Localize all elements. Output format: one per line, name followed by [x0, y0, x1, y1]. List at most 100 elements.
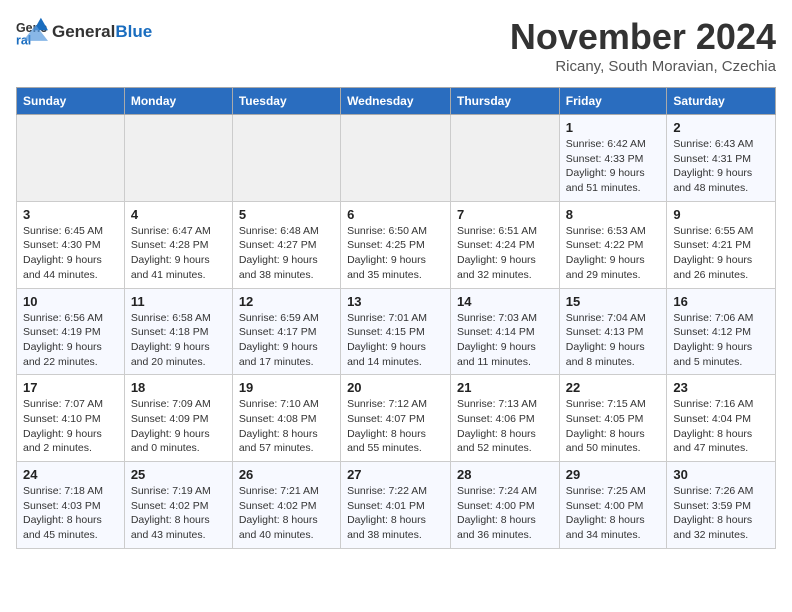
calendar-cell: 25 Sunrise: 7:19 AM Sunset: 4:02 PM Dayli…: [124, 462, 232, 549]
page-header: Gene ral GeneralBlue November 2024 Rican…: [16, 16, 776, 75]
day-info: Sunrise: 7:25 AM Sunset: 4:00 PM Dayligh…: [566, 484, 661, 543]
day-number: 4: [131, 207, 226, 222]
logo-icon: Gene ral: [16, 16, 48, 48]
calendar-cell: 20 Sunrise: 7:12 AM Sunset: 4:07 PM Dayli…: [341, 375, 451, 462]
calendar-cell: 19Sunrise: 7:10 AM Sunset: 4:08 PM Dayli…: [232, 375, 340, 462]
day-info: Sunrise: 7:24 AM Sunset: 4:00 PM Dayligh…: [457, 484, 553, 543]
calendar-body: 1 Sunrise: 6:42 AM Sunset: 4:33 PM Daylig…: [17, 115, 776, 549]
calendar-cell: 14Sunrise: 7:03 AM Sunset: 4:14 PM Dayli…: [451, 288, 560, 375]
day-number: 17: [23, 380, 118, 395]
calendar-cell: [341, 115, 451, 202]
day-info: Sunrise: 7:16 AM Sunset: 4:04 PM Dayligh…: [673, 397, 769, 456]
logo-name: GeneralBlue: [52, 23, 152, 42]
location: Ricany, South Moravian, Czechia: [510, 58, 776, 75]
calendar-table: SundayMondayTuesdayWednesdayThursdayFrid…: [16, 87, 776, 549]
day-info: Sunrise: 7:15 AM Sunset: 4:05 PM Dayligh…: [566, 397, 661, 456]
day-number: 16: [673, 294, 769, 309]
day-number: 25: [131, 467, 226, 482]
day-number: 26: [239, 467, 334, 482]
day-number: 22: [566, 380, 661, 395]
calendar-cell: 18Sunrise: 7:09 AM Sunset: 4:09 PM Dayli…: [124, 375, 232, 462]
day-number: 12: [239, 294, 334, 309]
calendar-cell: 28 Sunrise: 7:24 AM Sunset: 4:00 PM Dayli…: [451, 462, 560, 549]
day-info: Sunrise: 6:59 AM Sunset: 4:17 PM Dayligh…: [239, 311, 334, 370]
day-info: Sunrise: 7:13 AM Sunset: 4:06 PM Dayligh…: [457, 397, 553, 456]
day-number: 19: [239, 380, 334, 395]
weekday-header-thursday: Thursday: [451, 88, 560, 115]
weekday-header-tuesday: Tuesday: [232, 88, 340, 115]
calendar-cell: 1 Sunrise: 6:42 AM Sunset: 4:33 PM Daylig…: [559, 115, 667, 202]
day-number: 5: [239, 207, 334, 222]
day-info: Sunrise: 6:48 AM Sunset: 4:27 PM Dayligh…: [239, 224, 334, 283]
day-number: 20: [347, 380, 444, 395]
week-row-3: 17Sunrise: 7:07 AM Sunset: 4:10 PM Dayli…: [17, 375, 776, 462]
day-number: 14: [457, 294, 553, 309]
weekday-header-row: SundayMondayTuesdayWednesdayThursdayFrid…: [17, 88, 776, 115]
calendar-cell: 12 Sunrise: 6:59 AM Sunset: 4:17 PM Dayli…: [232, 288, 340, 375]
calendar-cell: 3 Sunrise: 6:45 AM Sunset: 4:30 PM Daylig…: [17, 201, 125, 288]
day-number: 11: [131, 294, 226, 309]
weekday-header-friday: Friday: [559, 88, 667, 115]
day-info: Sunrise: 7:19 AM Sunset: 4:02 PM Dayligh…: [131, 484, 226, 543]
calendar-cell: 23Sunrise: 7:16 AM Sunset: 4:04 PM Dayli…: [667, 375, 776, 462]
day-number: 9: [673, 207, 769, 222]
day-number: 15: [566, 294, 661, 309]
calendar-cell: 30 Sunrise: 7:26 AM Sunset: 3:59 PM Dayli…: [667, 462, 776, 549]
weekday-header-sunday: Sunday: [17, 88, 125, 115]
calendar-cell: [232, 115, 340, 202]
weekday-header-wednesday: Wednesday: [341, 88, 451, 115]
calendar-cell: 27Sunrise: 7:22 AM Sunset: 4:01 PM Dayli…: [341, 462, 451, 549]
day-number: 30: [673, 467, 769, 482]
calendar-cell: 6 Sunrise: 6:50 AM Sunset: 4:25 PM Daylig…: [341, 201, 451, 288]
day-number: 24: [23, 467, 118, 482]
calendar-cell: 16 Sunrise: 7:06 AM Sunset: 4:12 PM Dayli…: [667, 288, 776, 375]
calendar-cell: 5 Sunrise: 6:48 AM Sunset: 4:27 PM Daylig…: [232, 201, 340, 288]
day-info: Sunrise: 6:42 AM Sunset: 4:33 PM Dayligh…: [566, 137, 661, 196]
week-row-2: 10Sunrise: 6:56 AM Sunset: 4:19 PM Dayli…: [17, 288, 776, 375]
calendar-cell: 4 Sunrise: 6:47 AM Sunset: 4:28 PM Daylig…: [124, 201, 232, 288]
title-area: November 2024 Ricany, South Moravian, Cz…: [510, 16, 776, 75]
calendar-cell: 13Sunrise: 7:01 AM Sunset: 4:15 PM Dayli…: [341, 288, 451, 375]
calendar-cell: [17, 115, 125, 202]
logo: Gene ral GeneralBlue: [16, 16, 152, 48]
calendar-cell: 22 Sunrise: 7:15 AM Sunset: 4:05 PM Dayli…: [559, 375, 667, 462]
day-info: Sunrise: 6:53 AM Sunset: 4:22 PM Dayligh…: [566, 224, 661, 283]
weekday-header-saturday: Saturday: [667, 88, 776, 115]
calendar-cell: 9 Sunrise: 6:55 AM Sunset: 4:21 PM Daylig…: [667, 201, 776, 288]
day-number: 27: [347, 467, 444, 482]
day-info: Sunrise: 6:51 AM Sunset: 4:24 PM Dayligh…: [457, 224, 553, 283]
calendar-cell: 8 Sunrise: 6:53 AM Sunset: 4:22 PM Daylig…: [559, 201, 667, 288]
day-number: 2: [673, 120, 769, 135]
day-info: Sunrise: 6:45 AM Sunset: 4:30 PM Dayligh…: [23, 224, 118, 283]
calendar-cell: [124, 115, 232, 202]
day-info: Sunrise: 6:47 AM Sunset: 4:28 PM Dayligh…: [131, 224, 226, 283]
day-info: Sunrise: 7:18 AM Sunset: 4:03 PM Dayligh…: [23, 484, 118, 543]
calendar-cell: 17Sunrise: 7:07 AM Sunset: 4:10 PM Dayli…: [17, 375, 125, 462]
day-info: Sunrise: 6:43 AM Sunset: 4:31 PM Dayligh…: [673, 137, 769, 196]
day-number: 28: [457, 467, 553, 482]
day-info: Sunrise: 6:58 AM Sunset: 4:18 PM Dayligh…: [131, 311, 226, 370]
day-info: Sunrise: 7:21 AM Sunset: 4:02 PM Dayligh…: [239, 484, 334, 543]
day-number: 7: [457, 207, 553, 222]
calendar-cell: 15Sunrise: 7:04 AM Sunset: 4:13 PM Dayli…: [559, 288, 667, 375]
month-title: November 2024: [510, 16, 776, 58]
day-number: 29: [566, 467, 661, 482]
calendar-cell: 11 Sunrise: 6:58 AM Sunset: 4:18 PM Dayli…: [124, 288, 232, 375]
day-number: 1: [566, 120, 661, 135]
calendar-cell: 7 Sunrise: 6:51 AM Sunset: 4:24 PM Daylig…: [451, 201, 560, 288]
calendar-cell: 26 Sunrise: 7:21 AM Sunset: 4:02 PM Dayli…: [232, 462, 340, 549]
week-row-1: 3 Sunrise: 6:45 AM Sunset: 4:30 PM Daylig…: [17, 201, 776, 288]
day-info: Sunrise: 7:12 AM Sunset: 4:07 PM Dayligh…: [347, 397, 444, 456]
day-number: 6: [347, 207, 444, 222]
day-number: 18: [131, 380, 226, 395]
weekday-header-monday: Monday: [124, 88, 232, 115]
day-info: Sunrise: 7:06 AM Sunset: 4:12 PM Dayligh…: [673, 311, 769, 370]
day-info: Sunrise: 6:55 AM Sunset: 4:21 PM Dayligh…: [673, 224, 769, 283]
calendar-cell: 21Sunrise: 7:13 AM Sunset: 4:06 PM Dayli…: [451, 375, 560, 462]
week-row-0: 1 Sunrise: 6:42 AM Sunset: 4:33 PM Daylig…: [17, 115, 776, 202]
calendar-cell: 24 Sunrise: 7:18 AM Sunset: 4:03 PM Dayli…: [17, 462, 125, 549]
day-info: Sunrise: 7:26 AM Sunset: 3:59 PM Dayligh…: [673, 484, 769, 543]
day-info: Sunrise: 6:50 AM Sunset: 4:25 PM Dayligh…: [347, 224, 444, 283]
day-number: 8: [566, 207, 661, 222]
day-number: 3: [23, 207, 118, 222]
